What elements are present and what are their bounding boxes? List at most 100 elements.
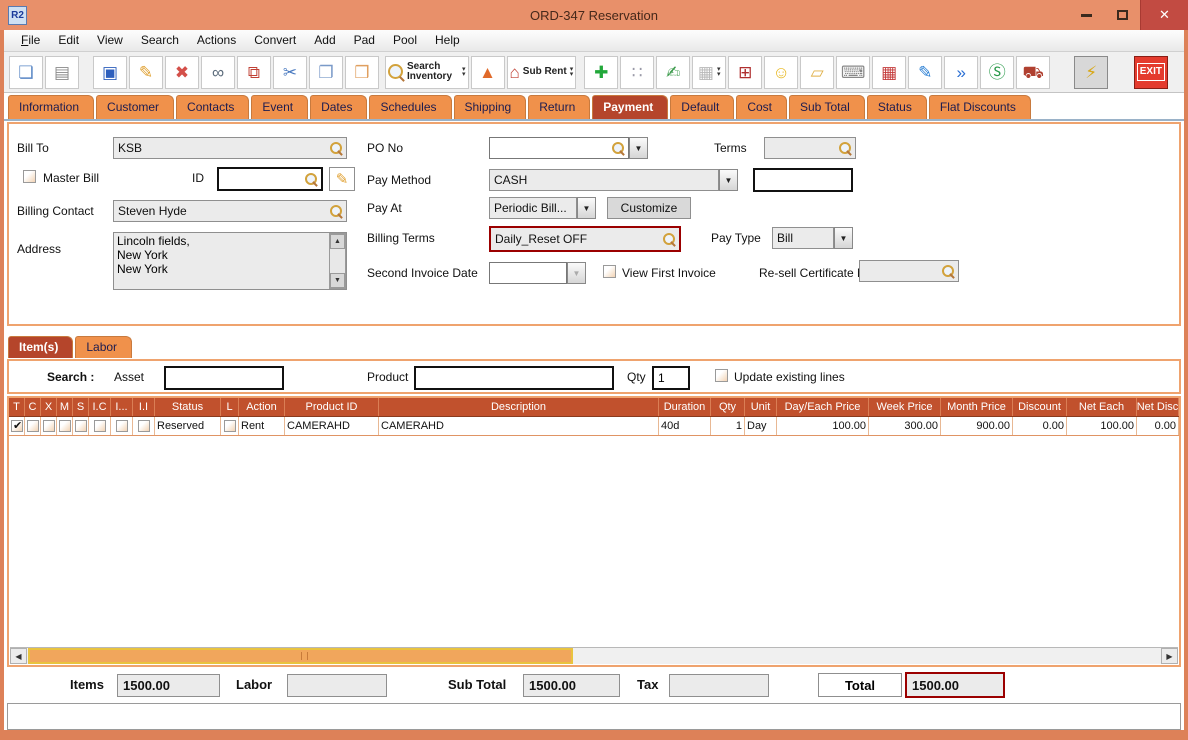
column-header-day_each_price[interactable]: Day/Each Price bbox=[777, 398, 869, 416]
column-header-C[interactable]: C bbox=[25, 398, 41, 416]
menu-view[interactable]: View bbox=[88, 30, 132, 51]
new-document-button[interactable]: ❏ bbox=[9, 56, 43, 89]
scroll-left-icon[interactable] bbox=[10, 648, 27, 664]
tab-status[interactable]: Status bbox=[867, 95, 927, 119]
bill-to-field[interactable]: KSB bbox=[113, 137, 347, 159]
row-checkbox-S[interactable] bbox=[75, 420, 87, 432]
po-no-field[interactable] bbox=[489, 137, 629, 159]
billing-contact-search-icon[interactable] bbox=[330, 205, 342, 217]
tab-information[interactable]: Information bbox=[8, 95, 94, 119]
column-header-T[interactable]: T bbox=[9, 398, 25, 416]
tab-items[interactable]: Item(s) bbox=[8, 336, 73, 358]
address-scrollbar[interactable] bbox=[329, 233, 346, 289]
second-invoice-date-field[interactable] bbox=[489, 262, 567, 284]
keyboard-key-button[interactable]: ⌨ bbox=[836, 56, 870, 89]
delete-button[interactable]: ✖ bbox=[165, 56, 199, 89]
asset-input[interactable] bbox=[164, 366, 284, 390]
column-header-week_price[interactable]: Week Price bbox=[869, 398, 941, 416]
menu-pool[interactable]: Pool bbox=[384, 30, 426, 51]
menu-search[interactable]: Search bbox=[132, 30, 188, 51]
minimize-button[interactable] bbox=[1068, 0, 1104, 30]
id-search-icon[interactable] bbox=[305, 173, 317, 185]
calendar-button[interactable]: ▦▾▾ bbox=[692, 56, 726, 89]
column-header-M[interactable]: M bbox=[57, 398, 73, 416]
group-query-button[interactable]: ∷ bbox=[620, 56, 654, 89]
column-header-S[interactable]: S bbox=[73, 398, 89, 416]
search-inventory-dropdown-arrows-icon[interactable]: ▾▾ bbox=[462, 67, 466, 77]
menu-file[interactable]: File bbox=[12, 30, 49, 51]
calendar-dropdown-arrows-icon[interactable]: ▾▾ bbox=[717, 67, 721, 77]
print-button[interactable]: ▤ bbox=[45, 56, 79, 89]
menu-pad[interactable]: Pad bbox=[345, 30, 384, 51]
terms-search-icon[interactable] bbox=[839, 142, 851, 154]
column-header-net_disc[interactable]: Net Disc bbox=[1137, 398, 1179, 416]
invoice-dollar-button[interactable]: Ⓢ bbox=[980, 56, 1014, 89]
find-binoculars-button[interactable]: ∞ bbox=[201, 56, 235, 89]
smiley-button[interactable]: ☺ bbox=[764, 56, 798, 89]
column-header-unit[interactable]: Unit bbox=[745, 398, 777, 416]
tab-contacts[interactable]: Contacts bbox=[176, 95, 249, 119]
column-header-month_price[interactable]: Month Price bbox=[941, 398, 1013, 416]
paste-button[interactable]: ❒ bbox=[345, 56, 379, 89]
pay-at-combo[interactable]: Periodic Bill... bbox=[489, 197, 577, 219]
row-checkbox-L[interactable] bbox=[224, 420, 236, 432]
pay-type-dropdown-button[interactable] bbox=[834, 227, 853, 249]
tab-cost[interactable]: Cost bbox=[736, 95, 787, 119]
terms-field[interactable] bbox=[764, 137, 856, 159]
product-input[interactable] bbox=[414, 366, 614, 390]
org-chart-button[interactable]: ⊞ bbox=[728, 56, 762, 89]
row-checkbox-II[interactable] bbox=[138, 420, 150, 432]
column-header-action[interactable]: Action bbox=[239, 398, 285, 416]
row-checkbox-C[interactable] bbox=[27, 420, 39, 432]
column-header-qty[interactable]: Qty bbox=[711, 398, 745, 416]
tab-default[interactable]: Default bbox=[670, 95, 734, 119]
shapes-3d-button[interactable]: ▲ bbox=[471, 56, 505, 89]
column-header-description[interactable]: Description bbox=[379, 398, 659, 416]
po-no-search-icon[interactable] bbox=[612, 142, 624, 154]
address-field[interactable]: Lincoln fields, New York New York bbox=[113, 232, 347, 290]
copy-lines-button[interactable]: ⧉ bbox=[237, 56, 271, 89]
column-header-X[interactable]: X bbox=[41, 398, 57, 416]
column-header-status[interactable]: Status bbox=[155, 398, 221, 416]
update-existing-checkbox[interactable] bbox=[715, 369, 728, 382]
address-scroll-up-icon[interactable] bbox=[330, 234, 345, 249]
row-checkbox-X[interactable] bbox=[43, 420, 55, 432]
billing-terms-field[interactable]: Daily_Reset OFF bbox=[489, 226, 681, 252]
color-blocks-button[interactable]: ▦ bbox=[872, 56, 906, 89]
resell-cert-field[interactable] bbox=[859, 260, 959, 282]
pay-method-combo[interactable]: CASH bbox=[489, 169, 719, 191]
add-line-button[interactable]: ✚ bbox=[584, 56, 618, 89]
bill-to-search-icon[interactable] bbox=[330, 142, 342, 154]
pay-at-dropdown-button[interactable] bbox=[577, 197, 596, 219]
menu-actions[interactable]: Actions bbox=[188, 30, 245, 51]
column-header-IC[interactable]: I.C bbox=[89, 398, 111, 416]
master-bill-checkbox[interactable] bbox=[23, 170, 36, 183]
edit-pencil-button[interactable]: ✎ bbox=[129, 56, 163, 89]
truck-button[interactable]: ⛟ bbox=[1016, 56, 1050, 89]
search-inventory-button[interactable]: Search Inventory▾▾ bbox=[385, 56, 469, 89]
pay-type-combo[interactable]: Bill bbox=[772, 227, 834, 249]
view-first-invoice-checkbox[interactable] bbox=[603, 265, 616, 278]
table-row[interactable]: ReservedRentCAMERAHDCAMERAHD40d1Day100.0… bbox=[9, 417, 1179, 436]
cut-button[interactable]: ✂ bbox=[273, 56, 307, 89]
menu-help[interactable]: Help bbox=[426, 30, 469, 51]
notepad-edit-button[interactable]: ✍ bbox=[656, 56, 690, 89]
column-header-discount[interactable]: Discount bbox=[1013, 398, 1067, 416]
save-button[interactable]: ▣ bbox=[93, 56, 127, 89]
sub-rent-button[interactable]: ⌂Sub Rent▾▾ bbox=[507, 56, 577, 89]
billing-terms-search-icon[interactable] bbox=[663, 233, 675, 245]
qty-input[interactable]: 1 bbox=[652, 366, 690, 390]
tab-customer[interactable]: Customer bbox=[96, 95, 174, 119]
second-invoice-date-dropdown-button[interactable] bbox=[567, 262, 586, 284]
tab-payment[interactable]: Payment bbox=[592, 95, 668, 119]
maximize-button[interactable] bbox=[1104, 0, 1140, 30]
menu-add[interactable]: Add bbox=[305, 30, 344, 51]
tab-return[interactable]: Return bbox=[528, 95, 590, 119]
tab-dates[interactable]: Dates bbox=[310, 95, 367, 119]
row-checkbox-M[interactable] bbox=[59, 420, 71, 432]
row-checkbox-T[interactable] bbox=[11, 420, 23, 432]
transfer-dollar-button[interactable]: » bbox=[944, 56, 978, 89]
note-edit-button[interactable]: ✎ bbox=[908, 56, 942, 89]
tab-schedules[interactable]: Schedules bbox=[369, 95, 451, 119]
row-checkbox-Idots[interactable] bbox=[116, 420, 128, 432]
